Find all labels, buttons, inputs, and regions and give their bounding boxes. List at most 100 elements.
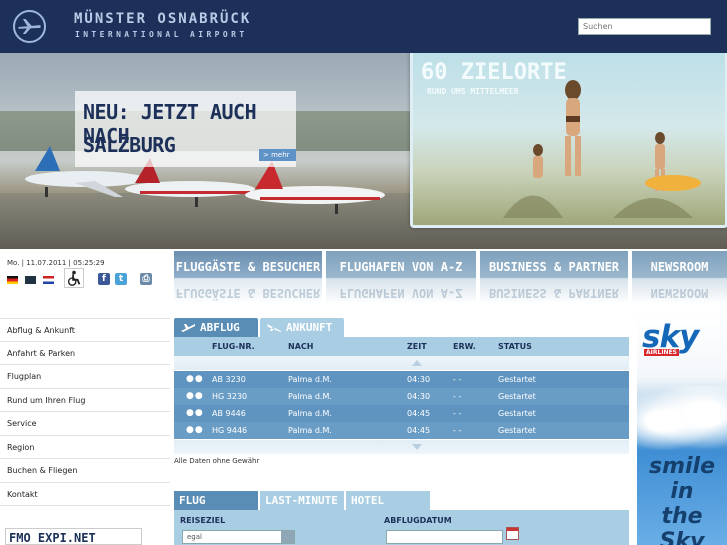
current-datetime: Mo. | 11.07.2011 | 05:25:29 <box>7 259 105 267</box>
tab-business-partner[interactable]: BUSINESS & PARTNER BUSINESS & PARTNER <box>480 251 628 304</box>
flight-expected: - - <box>453 426 462 435</box>
row-marker-icon: ●● <box>186 408 204 418</box>
ad-slogan-line: Sky <box>659 529 705 545</box>
sidebar-item-abflug-ankunft[interactable]: Abflug & Ankunft <box>0 318 170 342</box>
site-header: MÜNSTER OSNABRÜCK INTERNATIONAL AIRPORT <box>0 0 727 53</box>
tab-newsroom[interactable]: NEWSROOM NEWSROOM <box>632 251 727 304</box>
row-marker-icon: ●● <box>186 374 204 384</box>
abflugdatum-label: ABFLUGDATUM <box>384 516 452 525</box>
flight-number: AB 3230 <box>212 375 246 384</box>
column-header-status[interactable]: STATUS <box>498 342 532 351</box>
scroll-up-arrow[interactable] <box>174 356 629 370</box>
flight-destination: Palma d.M. <box>288 392 332 401</box>
sky-airlines-ad[interactable]: sky AIRLINES smile in the Sky <box>637 311 727 545</box>
brand-title[interactable]: MÜNSTER OSNABRÜCK <box>74 11 251 27</box>
flight-expected: - - <box>453 409 462 418</box>
flight-status: Gestartet <box>498 426 536 435</box>
flight-expected: - - <box>453 392 462 401</box>
tab-label: FLUGGÄSTE & BESUCHER <box>175 260 321 274</box>
search-input[interactable] <box>578 18 711 35</box>
tab-flughafen-a-z[interactable]: FLUGHAFEN VON A-Z FLUGHAFEN VON A-Z <box>326 251 476 304</box>
reiseziel-label: REISEZIEL <box>180 516 226 525</box>
flight-time: 04:45 <box>407 426 431 435</box>
sidebar-item-region[interactable]: Region <box>0 436 170 459</box>
flight-number: HG 9446 <box>212 426 248 435</box>
ad-slogan-line: in <box>670 479 694 504</box>
sidebar-nav: Abflug & Ankunft Anfahrt & Parken Flugpl… <box>0 318 170 506</box>
promo-more-link[interactable]: > mehr <box>259 149 296 161</box>
column-header-time[interactable]: ZEIT <box>407 342 427 351</box>
beach-people-image <box>503 80 701 218</box>
fmo-expi-link[interactable]: FMO EXPI.NET <box>5 528 142 545</box>
sidebar-item-rund-um-flug[interactable]: Rund um Ihren Flug <box>0 389 170 412</box>
column-header-flight[interactable]: FLUG-NR. <box>212 342 255 351</box>
promo-destination: SALZBURG <box>83 133 176 157</box>
tab-last-minute[interactable]: LAST-MINUTE <box>260 491 344 510</box>
tab-label: NEWSROOM <box>650 260 709 274</box>
table-row[interactable]: ●● AB 3230 Palma d.M. 04:30 - - Gestarte… <box>174 371 629 388</box>
tab-flug[interactable]: FLUG <box>174 491 258 510</box>
table-row[interactable]: ●● AB 9446 Palma d.M. 04:45 - - Gestarte… <box>174 405 629 422</box>
ad-slogan-line: the <box>661 504 703 529</box>
abflugdatum-input[interactable] <box>386 530 503 544</box>
data-disclaimer: Alle Daten ohne Gewähr <box>174 457 260 465</box>
ad-brand-sub: AIRLINES <box>644 349 679 356</box>
tab-ankunft[interactable]: ANKUNFT <box>260 318 344 337</box>
fmo-expi-label: FMO EXPI.NET <box>9 531 96 545</box>
table-row[interactable]: ●● HG 3230 Palma d.M. 04:30 - - Gestarte… <box>174 388 629 405</box>
tab-fluggaeste-besucher[interactable]: FLUGGÄSTE & BESUCHER FLUGGÄSTE & BESUCHE… <box>174 251 322 304</box>
sidebar-item-service[interactable]: Service <box>0 412 170 436</box>
arrival-plane-icon <box>267 324 281 332</box>
facebook-icon[interactable]: f <box>98 273 110 285</box>
flight-status: Gestartet <box>498 392 536 401</box>
tab-label-reflection: FLUGGÄSTE & BESUCHER <box>175 286 321 300</box>
flight-time: 04:45 <box>407 409 431 418</box>
promo-box[interactable]: NEU: JETZT AUCH NACH SALZBURG > mehr <box>75 91 296 167</box>
tab-label-reflection: FLUGHAFEN VON A-Z <box>339 286 463 300</box>
flight-table-header: FLUG-NR. NACH ZEIT ERW. STATUS <box>174 337 629 356</box>
sidebar-item-buchen-fliegen[interactable]: Buchen & Fliegen <box>0 459 170 483</box>
tab-ankunft-label: ANKUNFT <box>286 321 333 334</box>
dutch-flag-icon[interactable] <box>43 276 54 284</box>
column-header-destination[interactable]: NACH <box>288 342 313 351</box>
hero-banner: NEU: JETZT AUCH NACH SALZBURG > mehr 60 … <box>0 53 727 249</box>
sidebar-item-kontakt[interactable]: Kontakt <box>0 483 170 506</box>
tab-label: FLUGHAFEN VON A-Z <box>339 260 463 274</box>
flight-status: Gestartet <box>498 375 536 384</box>
row-marker-icon: ●● <box>186 391 204 401</box>
flight-board-tabs: ABFLUG ANKUNFT <box>174 318 630 337</box>
airport-logo-icon[interactable] <box>13 10 46 43</box>
accessibility-icon[interactable] <box>64 268 84 288</box>
column-header-expected[interactable]: ERW. <box>453 342 476 351</box>
flight-destination: Palma d.M. <box>288 426 332 435</box>
reiseziel-select[interactable]: egal <box>182 530 295 544</box>
ad-clouds <box>637 386 727 456</box>
flight-destination: Palma d.M. <box>288 375 332 384</box>
english-flag-icon[interactable] <box>25 276 36 284</box>
tab-label-reflection: NEWSROOM <box>650 286 709 300</box>
brand-subtitle: INTERNATIONAL AIRPORT <box>75 30 248 39</box>
sidebar-item-flugplan[interactable]: Flugplan <box>0 365 170 389</box>
flight-number: AB 9446 <box>212 409 246 418</box>
flight-time: 04:30 <box>407 392 431 401</box>
tab-hotel[interactable]: HOTEL <box>346 491 430 510</box>
calendar-icon[interactable] <box>506 527 519 540</box>
twitter-icon[interactable]: t <box>115 273 127 285</box>
booking-panel: REISEZIEL ABFLUGDATUM egal <box>174 510 629 545</box>
print-icon[interactable]: ⎙ <box>140 273 152 285</box>
tab-abflug-label: ABFLUG <box>200 321 240 334</box>
departure-plane-icon <box>181 324 195 332</box>
ad-slogan-line: smile <box>648 454 716 479</box>
table-row[interactable]: ●● HG 9446 Palma d.M. 04:45 - - Gestarte… <box>174 422 629 439</box>
sidebar-item-anfahrt-parken[interactable]: Anfahrt & Parken <box>0 342 170 365</box>
tab-label-reflection: BUSINESS & PARTNER <box>488 286 620 300</box>
scroll-down-arrow[interactable] <box>174 440 629 454</box>
booking-tabs: FLUG LAST-MINUTE HOTEL <box>174 491 630 510</box>
tab-abflug[interactable]: ABFLUG <box>174 318 258 337</box>
destinations-teaser[interactable]: 60 ZIELORTE RUND UMS MITTELMEER <box>410 53 727 228</box>
tab-label: BUSINESS & PARTNER <box>488 260 620 274</box>
german-flag-icon[interactable] <box>7 276 18 284</box>
row-marker-icon: ●● <box>186 425 204 435</box>
flight-destination: Palma d.M. <box>288 409 332 418</box>
flight-status: Gestartet <box>498 409 536 418</box>
